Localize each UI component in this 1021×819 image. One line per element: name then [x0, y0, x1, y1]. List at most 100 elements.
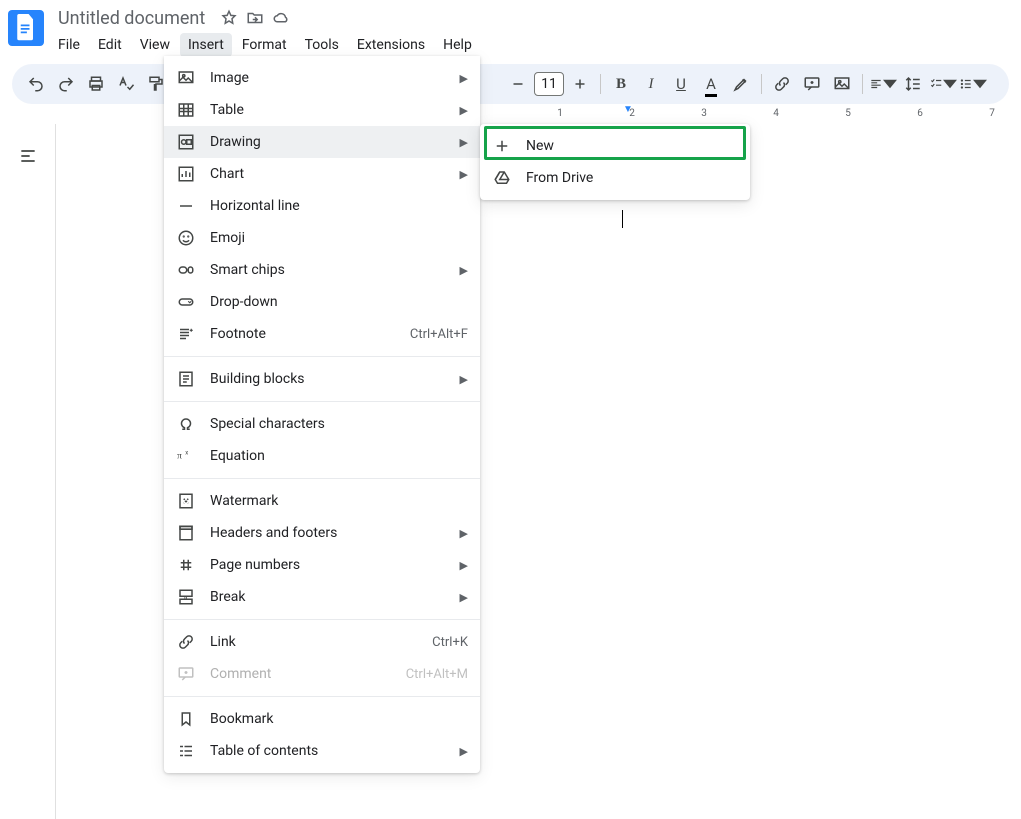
menu-format[interactable]: Format [234, 33, 295, 57]
add-comment-button[interactable] [798, 70, 826, 98]
menu-separator [164, 401, 480, 402]
outline-toggle-button[interactable] [10, 138, 46, 174]
insert-menu-chart[interactable]: Chart▶ [164, 158, 480, 190]
insert-menu-bookmark[interactable]: Bookmark [164, 703, 480, 735]
chips-icon [176, 260, 196, 280]
svg-text:π: π [177, 450, 182, 461]
insert-menu-table[interactable]: Table▶ [164, 94, 480, 126]
insert-menu-dropdown: Image▶Table▶Drawing▶Chart▶Horizontal lin… [164, 56, 480, 773]
plus-icon [492, 136, 512, 156]
drawing-submenu-new[interactable]: New [480, 130, 750, 162]
menu-separator [164, 696, 480, 697]
cloud-status-icon[interactable] [271, 8, 291, 28]
undo-button[interactable] [22, 70, 50, 98]
watermark-icon [176, 491, 196, 511]
menu-label: Link [210, 634, 432, 650]
menu-insert[interactable]: Insert [180, 33, 232, 57]
menu-label: Footnote [210, 326, 410, 342]
insert-menu-drop-down[interactable]: Drop-down [164, 286, 480, 318]
menu-edit[interactable]: Edit [90, 33, 130, 57]
image-icon [176, 68, 196, 88]
font-size-control: 11 [504, 70, 594, 98]
svg-text:x: x [185, 450, 188, 457]
insert-menu-table-of-contents[interactable]: Table of contents▶ [164, 735, 480, 767]
insert-menu-page-numbers[interactable]: Page numbers▶ [164, 549, 480, 581]
menu-help[interactable]: Help [435, 33, 480, 57]
insert-menu-equation[interactable]: πxEquation [164, 440, 480, 472]
insert-menu-watermark[interactable]: Watermark [164, 485, 480, 517]
bulleted-list-button[interactable] [959, 70, 987, 98]
text-color-button[interactable]: A [697, 70, 725, 98]
toolbar-separator [761, 74, 762, 94]
submenu-arrow-icon: ▶ [460, 168, 468, 181]
ruler-label: 6 [917, 108, 923, 119]
print-button[interactable] [82, 70, 110, 98]
menu-label: Image [210, 70, 452, 86]
menu-file[interactable]: File [50, 33, 88, 57]
dropdown-icon [176, 292, 196, 312]
align-button[interactable] [869, 70, 897, 98]
menu-label: Drop-down [210, 294, 468, 310]
line-spacing-button[interactable] [899, 70, 927, 98]
bold-button[interactable]: B [607, 70, 635, 98]
toc-icon [176, 741, 196, 761]
insert-image-button[interactable] [828, 70, 856, 98]
menu-label: Page numbers [210, 557, 452, 573]
doc-title[interactable]: Untitled document [52, 7, 211, 30]
drawing-submenu: NewFrom Drive [480, 124, 750, 200]
left-rail [0, 124, 56, 819]
spellcheck-button[interactable] [112, 70, 140, 98]
menu-label: Emoji [210, 230, 468, 246]
blocks-icon [176, 369, 196, 389]
insert-menu-special-characters[interactable]: Special characters [164, 408, 480, 440]
menu-label: Smart chips [210, 262, 452, 278]
insert-menu-emoji[interactable]: Emoji [164, 222, 480, 254]
italic-button[interactable]: I [637, 70, 665, 98]
insert-menu-smart-chips[interactable]: Smart chips ▶ [164, 254, 480, 286]
menu-label: Horizontal line [210, 198, 468, 214]
submenu-arrow-icon: ▶ [460, 591, 468, 604]
shortcut-label: Ctrl+Alt+F [410, 327, 468, 342]
insert-menu-comment: CommentCtrl+Alt+M [164, 658, 480, 690]
break-icon [176, 587, 196, 607]
drawing-icon [176, 132, 196, 152]
menu-extensions[interactable]: Extensions [349, 33, 433, 57]
shortcut-label: Ctrl+K [432, 635, 468, 650]
toolbar-separator [600, 74, 601, 94]
table-icon [176, 100, 196, 120]
submenu-arrow-icon: ▶ [460, 527, 468, 540]
highlight-color-button[interactable] [727, 70, 755, 98]
redo-button[interactable] [52, 70, 80, 98]
underline-button[interactable]: U [667, 70, 695, 98]
insert-menu-horizontal-line[interactable]: Horizontal line [164, 190, 480, 222]
submenu-arrow-icon: ▶ [460, 264, 468, 277]
omega-icon [176, 414, 196, 434]
footnote-icon [176, 324, 196, 344]
insert-link-button[interactable] [768, 70, 796, 98]
drawing-submenu-from-drive[interactable]: From Drive [480, 162, 750, 194]
insert-menu-headers-and-footers[interactable]: Headers and footers▶ [164, 517, 480, 549]
submenu-arrow-icon: ▶ [460, 136, 468, 149]
comment-icon [176, 664, 196, 684]
star-icon[interactable] [219, 8, 239, 28]
menu-label: Drawing [210, 134, 452, 150]
docs-logo[interactable] [8, 10, 44, 46]
move-icon[interactable] [245, 8, 265, 28]
insert-menu-break[interactable]: Break▶ [164, 581, 480, 613]
font-size-decrease[interactable] [504, 70, 532, 98]
equation-icon: πx [176, 446, 196, 466]
menu-view[interactable]: View [132, 33, 178, 57]
insert-menu-footnote[interactable]: FootnoteCtrl+Alt+F [164, 318, 480, 350]
insert-menu-drawing[interactable]: Drawing ▶ [164, 126, 480, 158]
insert-menu-building-blocks[interactable]: Building blocks▶ [164, 363, 480, 395]
submenu-arrow-icon: ▶ [460, 373, 468, 386]
menu-tools[interactable]: Tools [297, 33, 347, 57]
font-size-input[interactable]: 11 [534, 72, 564, 96]
insert-menu-image[interactable]: Image▶ [164, 62, 480, 94]
font-size-increase[interactable] [566, 70, 594, 98]
toolbar: 11 B I U A [12, 64, 1009, 104]
menubar: File Edit View Insert Format Tools Exten… [48, 32, 1013, 58]
insert-menu-link[interactable]: LinkCtrl+K [164, 626, 480, 658]
hline-icon [176, 196, 196, 216]
checklist-button[interactable] [929, 70, 957, 98]
